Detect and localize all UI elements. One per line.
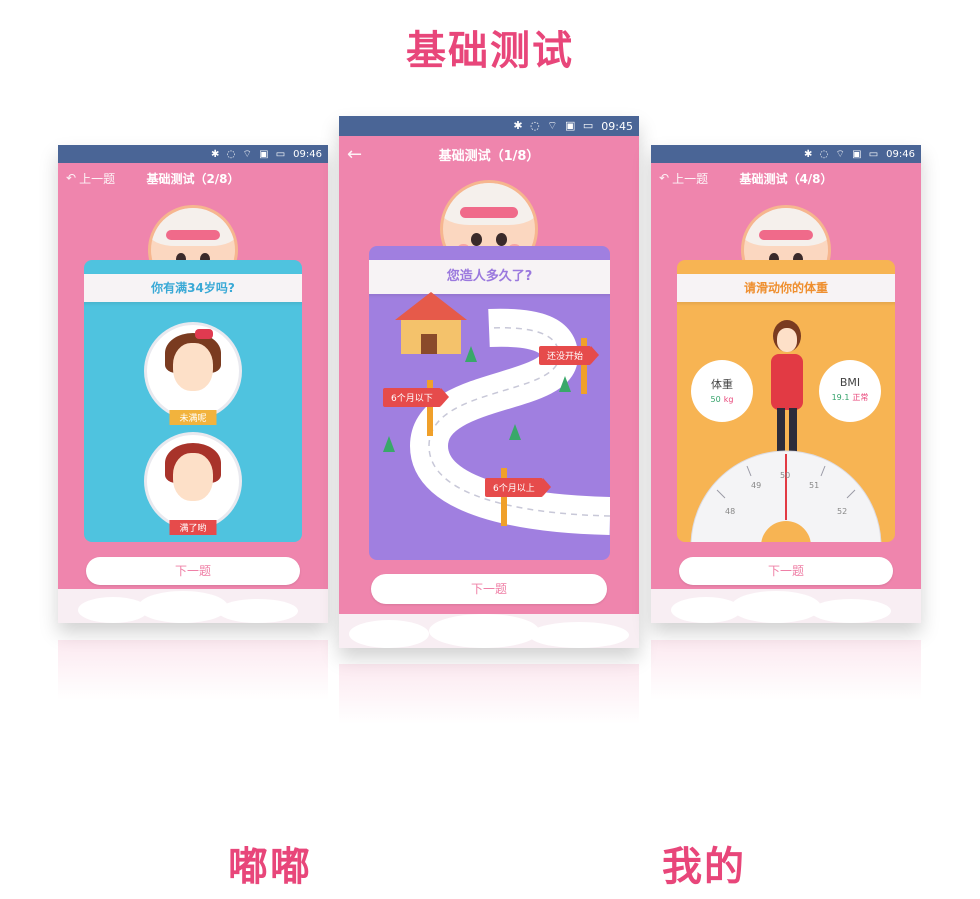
next-button[interactable]: 下一题 bbox=[86, 557, 300, 585]
bmi-display: BMI 19.1 正常 bbox=[819, 360, 881, 422]
question-card: 您造人多久了? 还没开始 6个月以下 6个月以上 bbox=[369, 246, 610, 560]
status-icons: ✱ ◌ ⌔ ▣ ▭ bbox=[804, 148, 881, 160]
weight-display: 体重 50 kg bbox=[691, 360, 753, 422]
option-over-6-months[interactable]: 6个月以上 bbox=[485, 478, 551, 497]
weight-unit: kg bbox=[723, 395, 734, 404]
option-label: 满了哟 bbox=[169, 520, 217, 535]
cloud-decoration bbox=[651, 589, 921, 623]
next-button[interactable]: 下一题 bbox=[679, 557, 893, 585]
cloud-decoration bbox=[339, 614, 639, 648]
status-time: 09:46 bbox=[886, 148, 915, 160]
option-over-34[interactable]: 满了哟 bbox=[144, 432, 242, 535]
weight-scale-dial[interactable]: 48 49 50 51 52 bbox=[677, 450, 895, 542]
reflection-right bbox=[651, 640, 921, 700]
status-time: 09:46 bbox=[293, 148, 322, 160]
scale-tick-48: 48 bbox=[725, 507, 735, 516]
weight-label: 体重 bbox=[711, 378, 733, 391]
scale-tick-49: 49 bbox=[751, 481, 761, 490]
status-bar: ✱ ◌ ⌔ ▣ ▭ 09:46 bbox=[651, 145, 921, 163]
nav-title: 基础测试（2/8） bbox=[146, 171, 240, 186]
question-ribbon: 请滑动你的体重 bbox=[677, 274, 895, 302]
question-card: 请滑动你的体重 体重 50 kg BMI 19.1 正常 48 49 50 51… bbox=[677, 260, 895, 542]
question-card: 你有满34岁吗? 未满呢 满了哟 bbox=[84, 260, 302, 542]
option-under-34[interactable]: 未满呢 bbox=[144, 322, 242, 425]
bmi-status: 正常 bbox=[852, 393, 869, 402]
question-ribbon: 你有满34岁吗? bbox=[84, 274, 302, 302]
nav-bar: ↶ 上一题 基础测试（2/8） bbox=[58, 163, 328, 193]
option-under-6-months[interactable]: 6个月以下 bbox=[383, 388, 449, 407]
nav-title: 基础测试（4/8） bbox=[739, 171, 833, 186]
phone-screen-left: ✱ ◌ ⌔ ▣ ▭ 09:46 ↶ 上一题 基础测试（2/8） 你有满34岁吗?… bbox=[58, 145, 328, 623]
option-label: 未满呢 bbox=[169, 410, 217, 425]
woman-figure bbox=[767, 320, 807, 460]
scale-tick-52: 52 bbox=[837, 507, 847, 516]
phone-screen-right: ✱ ◌ ⌔ ▣ ▭ 09:46 ↶ 上一题 基础测试（4/8） 请滑动你的体重 … bbox=[651, 145, 921, 623]
weight-value: 50 bbox=[710, 395, 721, 404]
scale-tick-51: 51 bbox=[809, 481, 819, 490]
status-bar: ✱ ◌ ⌔ ▣ ▭ 09:46 bbox=[58, 145, 328, 163]
status-icons: ✱ ◌ ⌔ ▣ ▭ bbox=[211, 148, 288, 160]
caption-right: 我的 bbox=[662, 844, 746, 890]
next-button[interactable]: 下一题 bbox=[371, 574, 607, 604]
status-time: 09:45 bbox=[601, 119, 633, 133]
bmi-value: 19.1 bbox=[831, 393, 850, 402]
page-heading: 基础测试 bbox=[406, 28, 574, 74]
scale-tick-50: 50 bbox=[780, 471, 790, 480]
cloud-decoration bbox=[58, 589, 328, 623]
nav-bar: ← 基础测试（1/8） bbox=[339, 136, 639, 172]
status-bar: ✱ ◌ ⌔ ▣ ▭ 09:45 bbox=[339, 116, 639, 136]
option-not-started[interactable]: 还没开始 bbox=[539, 346, 600, 365]
caption-left: 嘟嘟 bbox=[228, 844, 312, 890]
nav-title: 基础测试（1/8） bbox=[438, 148, 540, 164]
reflection-middle bbox=[339, 664, 639, 724]
reflection-left bbox=[58, 640, 328, 700]
bmi-label: BMI bbox=[839, 376, 861, 389]
phone-screen-middle: ✱ ◌ ⌔ ▣ ▭ 09:45 ← 基础测试（1/8） 您造人多久了? 还没开始… bbox=[339, 116, 639, 648]
nav-bar: ↶ 上一题 基础测试（4/8） bbox=[651, 163, 921, 193]
status-icons: ✱ ◌ ⌔ ▣ ▭ bbox=[513, 119, 596, 132]
